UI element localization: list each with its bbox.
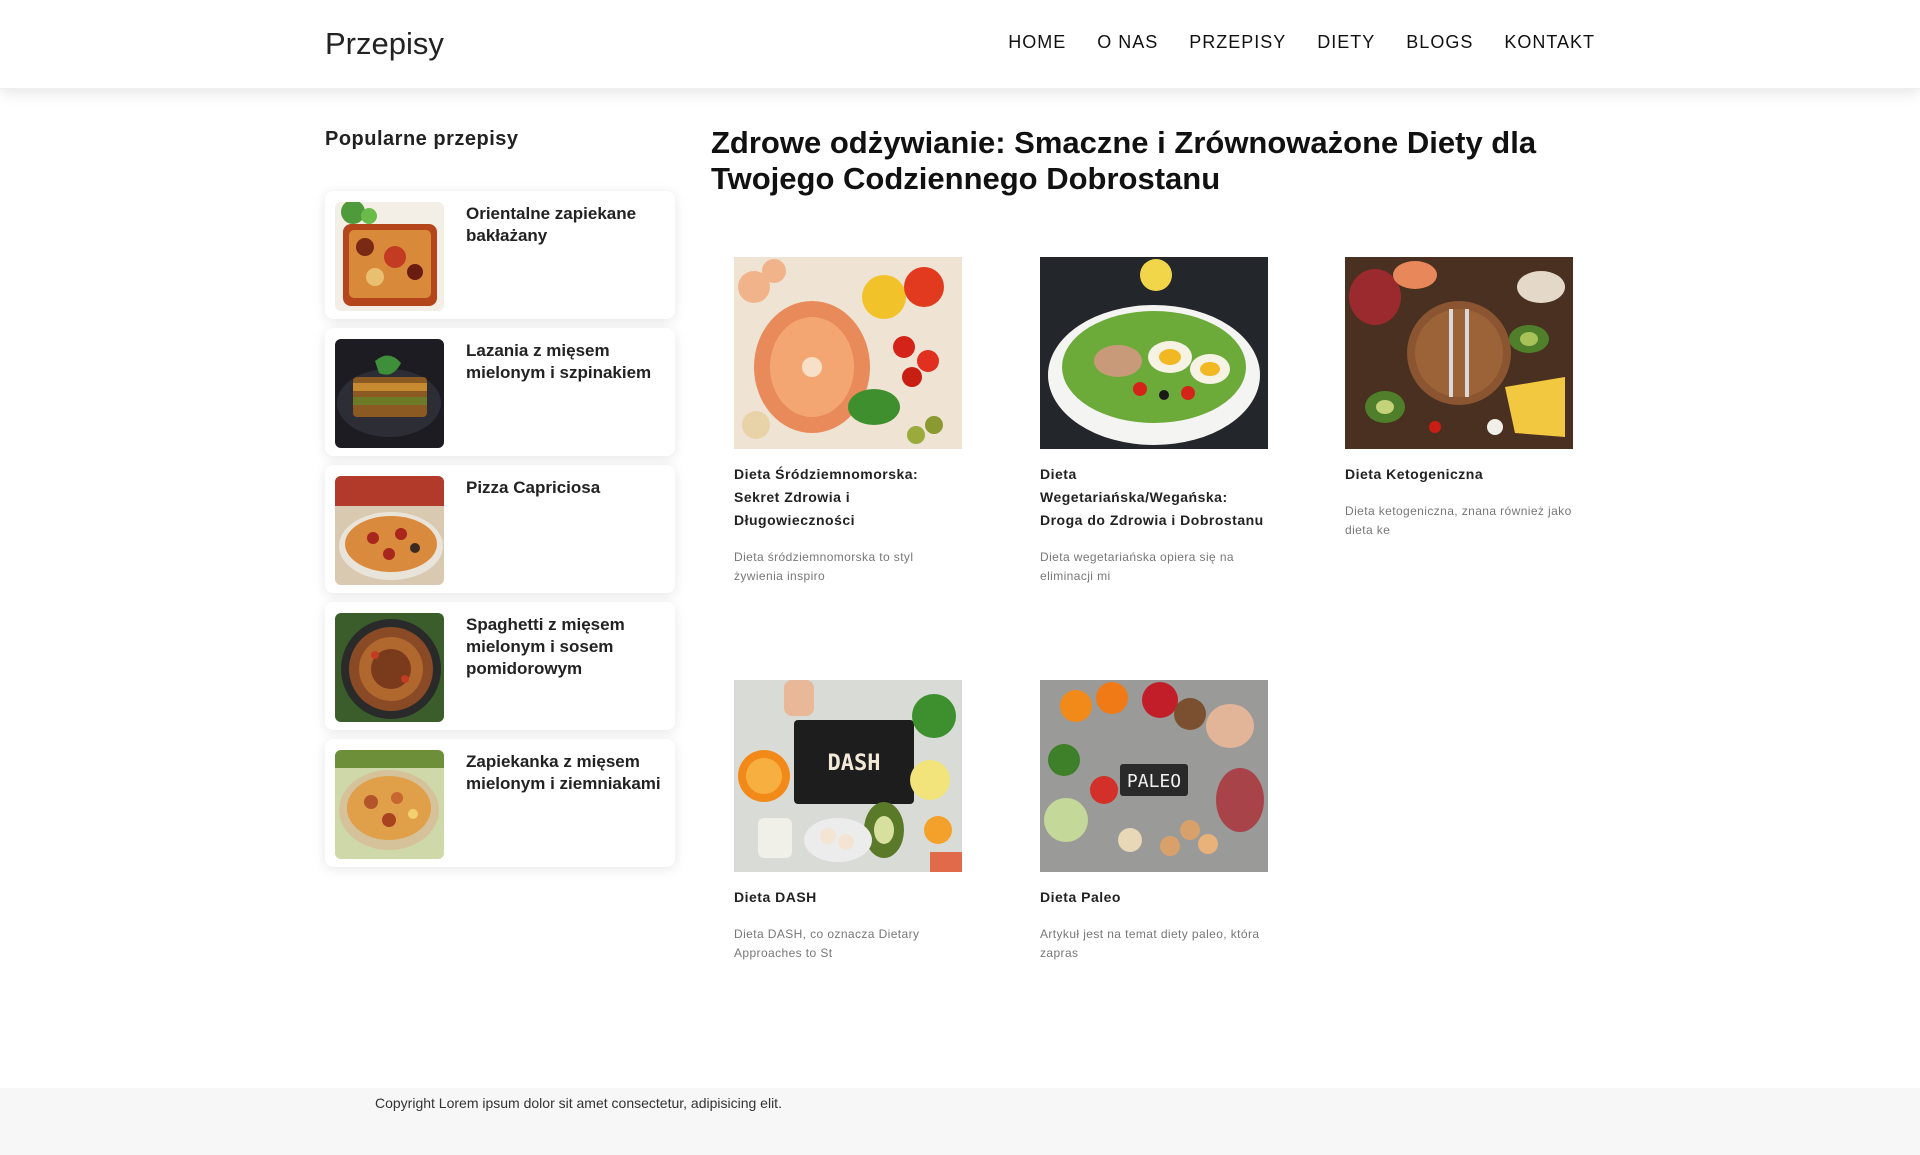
site-footer: Copyright Lorem ipsum dolor sit amet con… (0, 1088, 1920, 1155)
diet-excerpt: Dieta ketogeniczna, znana również jako d… (1345, 504, 1572, 537)
diet-card[interactable]: DASH Dieta DASH Dieta DASH, co oznacza D… (734, 680, 962, 963)
nav-link-blogs[interactable]: BLOGS (1406, 32, 1473, 53)
diet-card[interactable]: Dieta Wegetariańska/Wegańska: Droga do Z… (1040, 257, 1268, 586)
nav-link-home[interactable]: HOME (1008, 32, 1066, 53)
recipe-title[interactable]: Lazania z mięsem mielonym i szpinakiem (466, 340, 666, 384)
page-title: Zdrowe odżywianie: Smaczne i Zrównoważon… (711, 125, 1537, 196)
salad-bowl-photo[interactable] (1040, 257, 1268, 449)
diet-excerpt: Dieta śródziemnomorska to styl żywienia … (734, 550, 914, 583)
diet-card[interactable]: PALEO Dieta Paleo Artykuł jest na temat … (1040, 680, 1268, 963)
sidebar-title: Popularne przepisy (325, 128, 519, 150)
site-header: Przepisy HOME O NAS PRZEPISY DIETY BLOGS… (0, 0, 1920, 89)
recipe-card[interactable]: Pizza Capriciosa (325, 465, 675, 593)
recipe-card[interactable]: Spaghetti z mięsem mielonym i sosem pomi… (325, 602, 675, 730)
diet-excerpt: Dieta wegetariańska opiera się na elimin… (1040, 550, 1234, 583)
recipe-title[interactable]: Pizza Capriciosa (466, 477, 666, 499)
copyright-text: Copyright Lorem ipsum dolor sit amet con… (375, 1095, 782, 1111)
main-nav: HOME O NAS PRZEPISY DIETY BLOGS KONTAKT (1008, 32, 1595, 53)
diet-title[interactable]: Dieta Śródziemnomorska: Sekret Zdrowia i… (734, 463, 962, 532)
recipe-card[interactable]: Orientalne zapiekane bakłażany (325, 191, 675, 319)
recipe-card[interactable]: Zapiekanka z mięsem mielonym i ziemniaka… (325, 739, 675, 867)
site-logo[interactable]: Przepisy (325, 26, 444, 62)
nav-link-przepisy[interactable]: PRZEPISY (1189, 32, 1286, 53)
potato-casserole-photo[interactable] (335, 750, 444, 859)
spaghetti-photo[interactable] (335, 613, 444, 722)
diet-excerpt: Artykuł jest na temat diety paleo, która… (1040, 927, 1260, 960)
paleo-food-photo[interactable]: PALEO (1040, 680, 1268, 872)
recipe-title[interactable]: Orientalne zapiekane bakłażany (466, 203, 666, 247)
pizza-photo[interactable] (335, 476, 444, 585)
recipe-card[interactable]: Lazania z mięsem mielonym i szpinakiem (325, 328, 675, 456)
nav-link-diety[interactable]: DIETY (1317, 32, 1375, 53)
dash-sign-text: DASH (828, 751, 881, 776)
diet-excerpt: Dieta DASH, co oznacza Dietary Approache… (734, 927, 920, 960)
paleo-sign-text: PALEO (1127, 771, 1181, 792)
eggplant-casserole-photo[interactable] (335, 202, 444, 311)
nav-link-kontakt[interactable]: KONTAKT (1504, 32, 1595, 53)
dash-diet-photo[interactable]: DASH (734, 680, 962, 872)
nav-link-o-nas[interactable]: O NAS (1097, 32, 1158, 53)
diet-card[interactable]: Dieta Ketogeniczna Dieta ketogeniczna, z… (1345, 257, 1573, 540)
diet-title[interactable]: Dieta Wegetariańska/Wegańska: Droga do Z… (1040, 463, 1268, 532)
diet-card[interactable]: Dieta Śródziemnomorska: Sekret Zdrowia i… (734, 257, 962, 586)
diet-title[interactable]: Dieta DASH (734, 886, 962, 909)
diet-title[interactable]: Dieta Ketogeniczna (1345, 463, 1573, 486)
mediterranean-food-photo[interactable] (734, 257, 962, 449)
diet-title[interactable]: Dieta Paleo (1040, 886, 1268, 909)
popular-recipes-list: Orientalne zapiekane bakłażany Lazania z… (325, 191, 675, 876)
keto-food-photo[interactable] (1345, 257, 1573, 449)
lasagna-photo[interactable] (335, 339, 444, 448)
recipe-title[interactable]: Zapiekanka z mięsem mielonym i ziemniaka… (466, 751, 666, 795)
recipe-title[interactable]: Spaghetti z mięsem mielonym i sosem pomi… (466, 614, 666, 680)
